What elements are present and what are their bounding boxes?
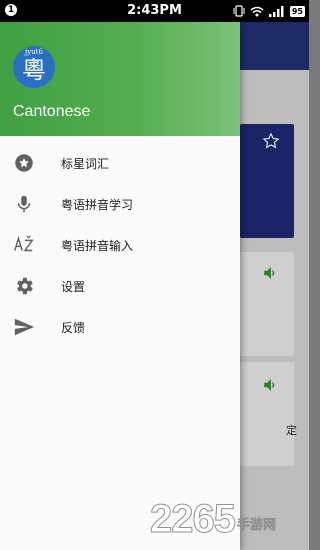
watermark-suffix: 手游网 [236,517,277,533]
menu-item-starred-words[interactable]: 标星词汇 [0,142,240,183]
watermark-number: 2265 [150,496,237,541]
logo-character: 粵 [22,56,46,84]
site-watermark: 2265 手游网 [150,496,277,542]
vibrate-icon [233,5,245,17]
wifi-icon [250,6,264,16]
az-sort-icon [14,235,34,252]
drawer-menu: 标星词汇 粤语拼音学习 粤语拼音输入 设置 反馈 [0,142,240,347]
menu-label: 粤语拼音输入 [61,239,134,253]
star-outline-icon [262,132,280,149]
menu-item-pinyin-learning[interactable]: 粤语拼音学习 [0,183,240,224]
menu-label: 设置 [61,280,86,294]
speaker-icon [264,379,275,391]
send-icon [14,318,35,336]
microphone-icon [17,195,31,213]
drawer-header: jyut6 粵 Cantonese [0,22,240,136]
signal-icon [268,5,284,17]
menu-label: 反馈 [61,321,86,335]
star-icon [15,154,33,172]
navigation-drawer: jyut6 粵 Cantonese 标星词汇 粤语拼音学习 粤语拼音输入 设置 … [0,22,240,550]
status-bar: 1 2:43PM 95 [0,0,309,22]
menu-item-settings[interactable]: 设置 [0,265,240,306]
gear-icon [17,277,33,295]
app-name: Cantonese [13,103,91,120]
speaker-icon [264,267,275,279]
menu-item-feedback[interactable]: 反馈 [0,306,240,347]
menu-label: 标星词汇 [61,157,110,171]
logo-pinyin: jyut6 [25,48,43,56]
battery-indicator: 95 [289,5,305,17]
app-logo: jyut6 粵 [13,46,55,88]
card-partial-text: 定 [286,424,297,437]
menu-item-pinyin-input[interactable]: 粤语拼音输入 [0,224,240,265]
status-icons: 95 [233,4,305,18]
menu-label: 粤语拼音学习 [61,198,134,212]
